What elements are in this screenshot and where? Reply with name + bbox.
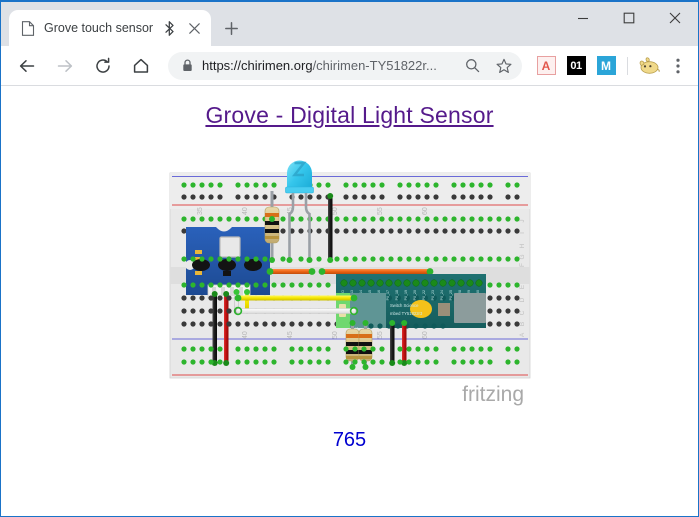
chrome-menu-button[interactable] [665,52,691,80]
forward-button[interactable] [50,51,80,81]
maximize-button[interactable] [606,2,652,34]
svg-text:P0_24: P0_24 [440,290,444,300]
tab-title: Grove touch sensor [44,21,153,35]
home-button[interactable] [126,51,156,81]
bluetooth-icon [161,20,177,36]
search-icon[interactable] [460,54,484,78]
svg-text:E: E [519,284,526,289]
svg-text:P0_17: P0_17 [386,290,390,300]
window-controls [560,2,698,34]
bookmark-star-icon[interactable] [492,54,516,78]
lock-icon [180,58,194,74]
svg-text:P0_19: P0_19 [404,290,408,300]
svg-text:F: F [519,263,526,267]
address-bar[interactable]: https://chirimen.org/chirimen-TY51822r..… [168,52,522,80]
close-button[interactable] [652,2,698,34]
svg-text:H: H [519,243,526,248]
svg-text:I: I [519,232,526,234]
url-origin: https:// [202,58,241,73]
svg-text:50: 50 [332,331,339,339]
svg-text:40: 40 [242,331,249,339]
back-button[interactable] [12,51,42,81]
svg-text:J: J [519,219,526,222]
minimize-button[interactable] [560,2,606,34]
profile-avatar-icon[interactable] [635,52,663,80]
zero-one-extension-icon[interactable]: 01 [562,52,590,80]
svg-text:50: 50 [332,207,339,215]
url-path: /chirimen-TY51822r... [313,58,437,73]
jumper-wire-black-top [327,193,333,263]
svg-text:60: 60 [422,331,429,339]
page-title-link[interactable]: Grove - Digital Light Sensor [205,102,493,129]
m-badge: M [597,56,616,75]
board-model: mbed TY51822r3 [390,311,423,316]
page-icon [20,20,36,36]
tab-strip: Grove touch sensor [1,2,245,46]
svg-text:A: A [519,332,526,337]
fritzing-breadboard-diagram: 35 40 45 50 55 60 [168,143,532,413]
svg-text:35: 35 [197,207,204,215]
svg-text:40: 40 [242,207,249,215]
svg-text:P0_22: P0_22 [422,290,426,300]
tab-close-button[interactable] [185,19,203,37]
adobe-acrobat-badge: A [537,56,556,75]
url-host: chirimen.org [241,58,313,73]
board-brand: Switch Science [390,303,419,308]
browser-window: Grove touch sensor [0,0,699,517]
navigation-toolbar: https://chirimen.org/chirimen-TY51822r..… [1,46,698,86]
m-extension-icon[interactable]: M [592,52,620,80]
svg-text:D: D [519,297,526,302]
reload-button[interactable] [88,51,118,81]
new-tab-button[interactable] [217,14,245,42]
svg-text:G: G [519,254,526,259]
title-bar: Grove touch sensor [1,2,698,46]
breadboard-svg: 35 40 45 50 55 60 [168,143,532,413]
sensor-reading-value: 765 [1,429,698,452]
svg-text:B: B [519,322,526,326]
svg-text:45: 45 [287,331,294,339]
svg-text:P0_18: P0_18 [395,290,399,300]
svg-text:60: 60 [422,207,429,215]
svg-text:P0_23: P0_23 [431,290,435,300]
svg-text:55: 55 [377,207,384,215]
address-text: https://chirimen.org/chirimen-TY51822r..… [202,58,452,73]
svg-text:C: C [519,310,526,315]
extension-icons: A 01 M [528,52,691,80]
toolbar-divider [627,57,628,75]
orange-bus-wires [266,268,433,275]
page-content: Grove - Digital Light Sensor [1,86,698,516]
circuit-figure: 35 40 45 50 55 60 [1,143,698,413]
fritzing-watermark: fritzing [462,383,524,406]
svg-text:P0_20: P0_20 [413,290,417,300]
zero-one-badge: 01 [567,56,586,75]
adobe-acrobat-extension-icon[interactable]: A [532,52,560,80]
grove-light-sensor-module [185,227,270,298]
svg-text:P0_25: P0_25 [449,290,453,300]
browser-tab[interactable]: Grove touch sensor [9,10,211,46]
svg-text:55: 55 [377,331,384,339]
